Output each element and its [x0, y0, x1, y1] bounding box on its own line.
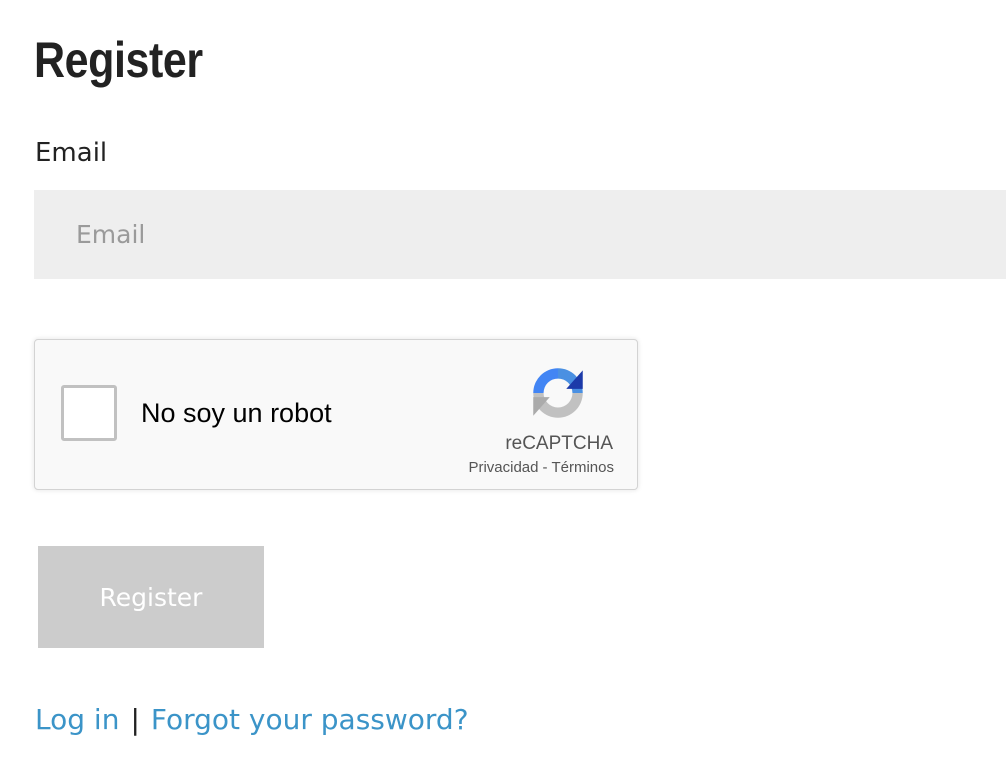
- recaptcha-checkbox[interactable]: [61, 385, 117, 441]
- login-link[interactable]: Log in: [35, 703, 119, 736]
- auth-links: Log in | Forgot your password?: [35, 700, 469, 740]
- register-button[interactable]: Register: [38, 546, 264, 648]
- recaptcha-terms-link[interactable]: Términos: [551, 459, 614, 476]
- recaptcha-links: Privacidad - Términos: [468, 458, 614, 478]
- recaptcha-privacy-link[interactable]: Privacidad: [468, 459, 538, 476]
- email-field[interactable]: [34, 190, 1006, 279]
- recaptcha-brand: reCAPTCHA: [505, 433, 613, 454]
- forgot-password-link[interactable]: Forgot your password?: [151, 703, 469, 736]
- recaptcha-links-separator: -: [542, 459, 548, 476]
- recaptcha-logo-icon: [533, 368, 583, 418]
- page-title: Register: [34, 32, 203, 88]
- email-label: Email: [35, 138, 108, 168]
- recaptcha-label: No soy un robot: [141, 398, 332, 428]
- auth-links-separator: |: [130, 703, 140, 736]
- recaptcha-widget: No soy un robot reCAPTCHA Privacidad - Tér…: [34, 339, 638, 490]
